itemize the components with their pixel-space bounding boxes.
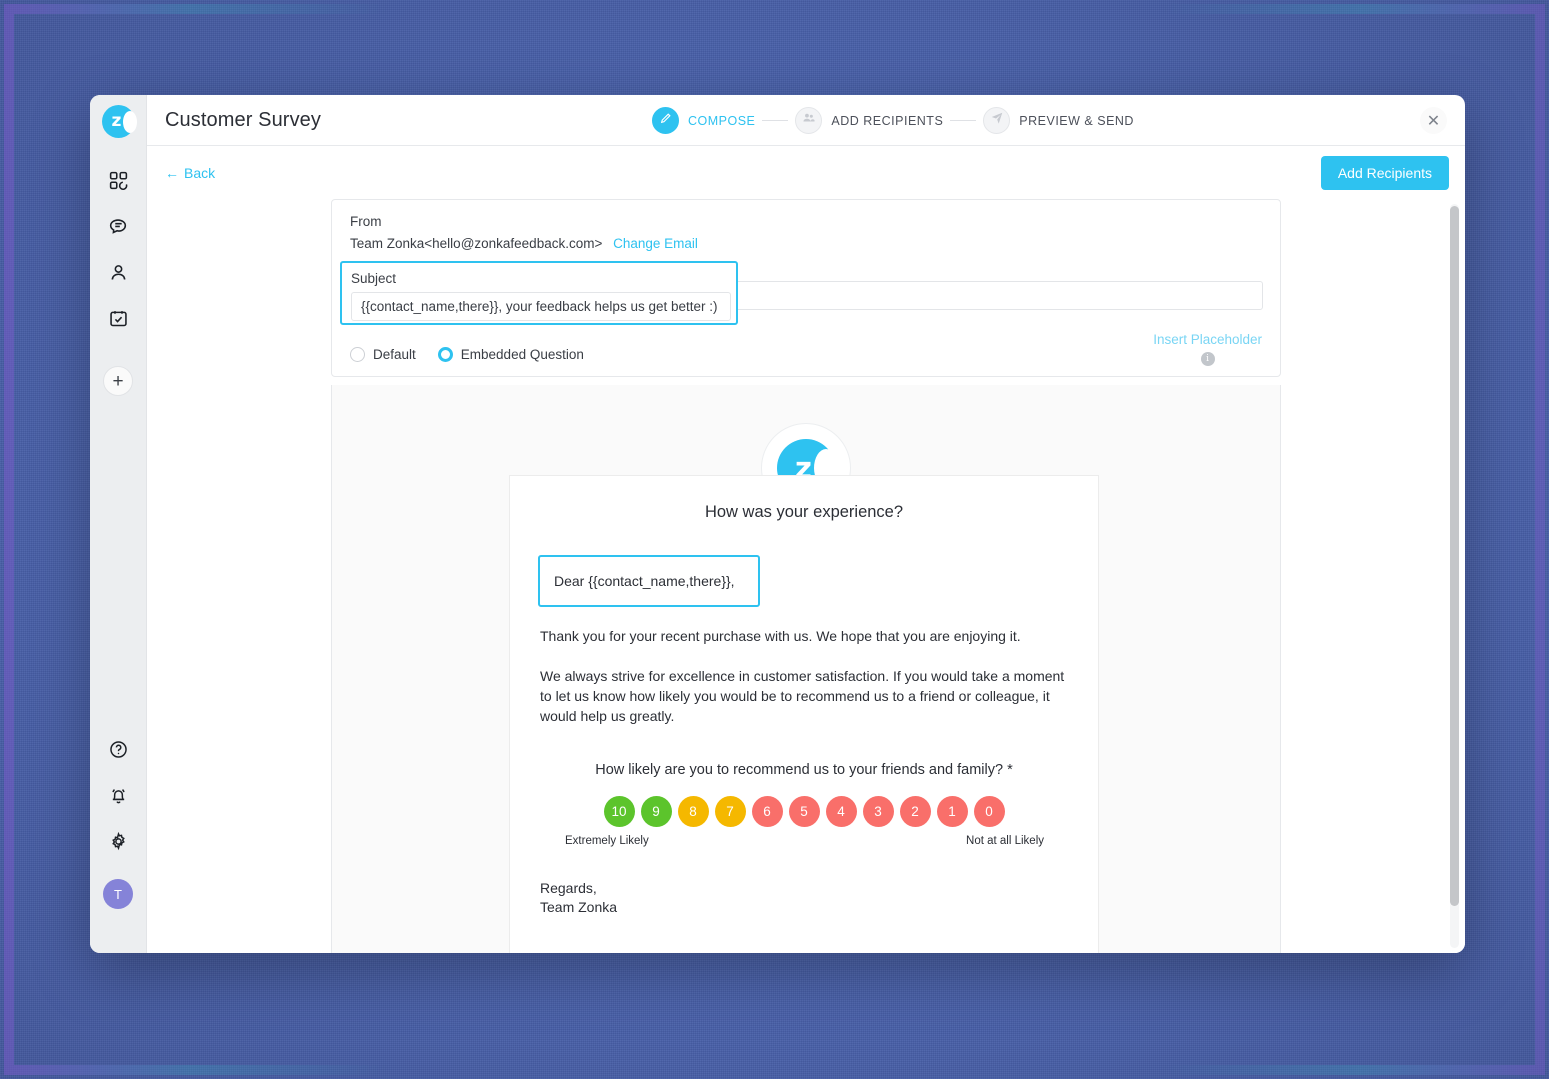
page-title: Customer Survey (165, 108, 321, 131)
feedback-icon (107, 215, 129, 237)
compose-card: From Team Zonka<hello@zonkafeedback.com>… (331, 199, 1281, 377)
step-add-recipients-bubble (795, 107, 823, 134)
window-topbar: Customer Survey COMPOSE ADD RECIPIENTS P… (147, 95, 1465, 146)
nps-score-1[interactable]: 1 (936, 795, 968, 827)
step-add-recipients[interactable]: ADD RECIPIENTS (795, 107, 943, 134)
nps-legend-left: Extremely Likely (565, 834, 649, 847)
user-avatar[interactable]: T (103, 879, 133, 909)
email-signature: Regards, Team Zonka (540, 879, 1068, 918)
plus-icon: + (112, 370, 124, 392)
nav-primary-group: + (98, 166, 138, 396)
radio-default[interactable]: Default (350, 347, 416, 362)
step-preview-send-bubble (983, 107, 1011, 134)
step-compose-label: COMPOSE (688, 113, 756, 128)
step-compose-bubble (652, 107, 679, 134)
close-button[interactable]: ✕ (1420, 107, 1447, 134)
regards-line-1: Regards, (540, 879, 597, 896)
email-preview-card: z How was your experience? Dear {{contac… (331, 385, 1281, 953)
nps-legend-right: Not at all Likely (966, 834, 1044, 847)
insert-placeholder-group: Insert Placeholder i (1153, 332, 1262, 366)
radio-embedded-question-dot (437, 347, 453, 362)
wizard-steps: COMPOSE ADD RECIPIENTS PREVIEW & SEND (652, 95, 1134, 146)
nps-score-9[interactable]: 9 (640, 795, 672, 827)
nps-question: How likely are you to recommend us to yo… (595, 761, 1013, 778)
step-compose[interactable]: COMPOSE (652, 107, 755, 134)
nps-score-6[interactable]: 6 (751, 795, 783, 827)
scrollbar-thumb[interactable] (1450, 206, 1459, 906)
nps-score-4[interactable]: 4 (825, 795, 857, 827)
pencil-icon (659, 112, 672, 130)
back-link[interactable]: ← Back (165, 165, 215, 181)
step-separator-2 (950, 120, 977, 121)
regards-line-2: Team Zonka (540, 898, 618, 915)
back-link-label: Back (184, 164, 216, 181)
send-icon (990, 111, 1004, 130)
step-preview-send-label: PREVIEW & SEND (1019, 113, 1134, 128)
sidebar-item-help[interactable] (98, 735, 138, 763)
nps-scale: 10 9 8 7 6 5 4 3 2 1 0 (540, 795, 1068, 827)
radio-default-dot (350, 347, 365, 362)
email-title: How was your experience? (704, 503, 904, 521)
contacts-icon (108, 262, 129, 283)
from-address: Team Zonka<hello@zonkafeedback.com> (350, 236, 603, 251)
main-area: Customer Survey COMPOSE ADD RECIPIENTS P… (147, 95, 1465, 953)
zonka-logo-letter: z (111, 111, 122, 131)
nps-score-2[interactable]: 2 (899, 795, 931, 827)
action-bar: ← Back Add Recipients (147, 146, 1465, 199)
sidebar-item-feedback[interactable] (98, 212, 138, 240)
add-new-button[interactable]: + (103, 366, 133, 396)
email-paragraph-1: Thank you for your recent purchase with … (540, 628, 1021, 644)
nps-score-7[interactable]: 7 (714, 795, 746, 827)
sidebar-item-notifications[interactable] (98, 781, 138, 809)
people-icon (802, 111, 816, 130)
nps-score-8[interactable]: 8 (677, 795, 709, 827)
help-icon (108, 739, 129, 760)
subject-mode-radio-group: Default Embedded Question (350, 347, 584, 362)
step-separator-1 (762, 120, 789, 121)
step-preview-send[interactable]: PREVIEW & SEND (983, 107, 1134, 134)
email-body: How was your experience? Dear {{contact_… (509, 475, 1099, 953)
greeting-highlight[interactable]: Dear {{contact_name,there}}, (538, 555, 760, 607)
radio-default-label: Default (373, 347, 416, 362)
dashboard-icon (108, 170, 129, 191)
nps-score-3[interactable]: 3 (862, 795, 894, 827)
from-label: From (350, 214, 382, 229)
scrollbar-track[interactable] (1450, 204, 1459, 948)
avatar-initial: T (114, 886, 122, 902)
scroll-area: From Team Zonka<hello@zonkafeedback.com>… (147, 199, 1465, 953)
gear-icon (108, 831, 129, 852)
sidebar-item-settings[interactable] (98, 827, 138, 855)
from-row: Team Zonka<hello@zonkafeedback.com> Chan… (350, 236, 1262, 251)
bell-icon (108, 785, 129, 806)
radio-embedded-question[interactable]: Embedded Question (437, 347, 584, 362)
nps-legend: Extremely Likely Not at all Likely (565, 835, 1044, 847)
nav-secondary-group: T (90, 735, 146, 909)
back-arrow-icon: ← (165, 164, 179, 181)
nps-score-0[interactable]: 0 (973, 795, 1005, 827)
sidebar-item-surveys[interactable] (98, 304, 138, 332)
surveys-icon (108, 308, 129, 329)
change-email-link[interactable]: Change Email (613, 236, 698, 251)
nps-score-10[interactable]: 10 (603, 795, 635, 827)
radio-embedded-question-label: Embedded Question (460, 347, 584, 362)
nps-score-5[interactable]: 5 (788, 795, 820, 827)
subject-label: Subject (351, 271, 397, 286)
email-paragraph-2: We always strive for excellence in custo… (540, 667, 1065, 724)
subject-value-display[interactable]: {{contact_name,there}}, your feedback he… (351, 292, 731, 321)
left-nav-rail: z + T (90, 95, 147, 953)
add-recipients-button[interactable]: Add Recipients (1320, 155, 1449, 190)
app-window: z + T Customer Survey COMPOSE ADD RECIPI… (90, 95, 1465, 953)
insert-placeholder-link[interactable]: Insert Placeholder (1153, 332, 1262, 347)
subject-field-highlight: Subject {{contact_name,there}}, your fee… (340, 261, 738, 325)
sidebar-item-dashboard[interactable] (98, 166, 138, 194)
sidebar-item-contacts[interactable] (98, 258, 138, 286)
close-icon: ✕ (1426, 112, 1441, 130)
step-add-recipients-label: ADD RECIPIENTS (831, 113, 944, 128)
info-icon[interactable]: i (1200, 352, 1215, 366)
zonka-logo[interactable]: z (101, 105, 135, 138)
compose-content: From Team Zonka<hello@zonkafeedback.com>… (331, 199, 1281, 953)
